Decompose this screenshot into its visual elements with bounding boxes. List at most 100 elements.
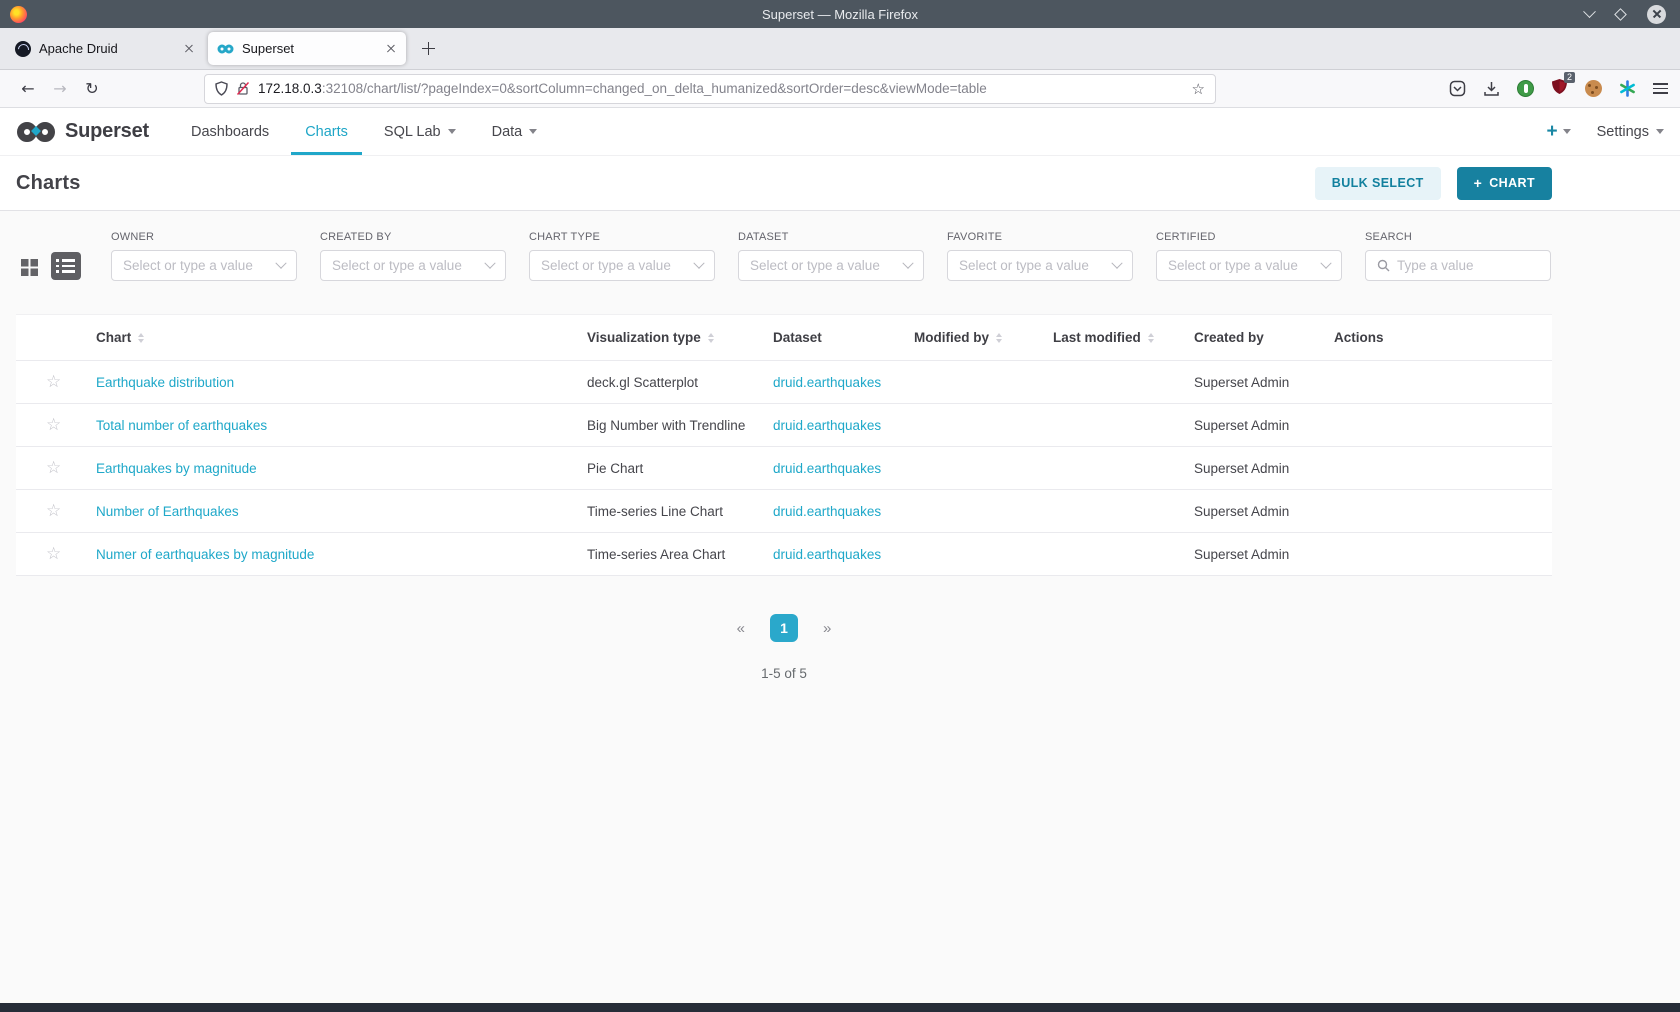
- nav-item-charts[interactable]: Charts: [291, 108, 362, 155]
- settings-menu[interactable]: Settings: [1597, 124, 1664, 140]
- plus-icon: +: [1546, 121, 1557, 143]
- table-row: ☆ Total number of earthquakes Big Number…: [16, 404, 1552, 447]
- column-label: Visualization type: [587, 330, 701, 345]
- pagination: « 1 »: [16, 614, 1552, 642]
- column-header-modified-by[interactable]: Modified by: [914, 330, 1053, 345]
- new-item-menu[interactable]: +: [1546, 121, 1570, 143]
- card-view-toggle[interactable]: [16, 254, 42, 280]
- chart-link[interactable]: Number of Earthquakes: [96, 504, 239, 519]
- back-icon[interactable]: ←: [12, 79, 44, 98]
- dataset-link[interactable]: druid.earthquakes: [773, 375, 881, 390]
- chart-link[interactable]: Numer of earthquakes by magnitude: [96, 547, 314, 562]
- nav-item-data[interactable]: Data: [478, 108, 552, 155]
- favorite-select[interactable]: Select or type a value: [947, 250, 1133, 281]
- window-title: Superset — Mozilla Firefox: [0, 7, 1680, 22]
- chart-link[interactable]: Earthquake distribution: [96, 375, 234, 390]
- favorite-star-icon[interactable]: ☆: [46, 544, 61, 564]
- caret-down-icon: [1563, 129, 1571, 134]
- nav-label: SQL Lab: [384, 124, 441, 140]
- table-row: ☆ Number of Earthquakes Time-series Line…: [16, 490, 1552, 533]
- shield-icon[interactable]: [215, 81, 228, 96]
- filter-label: FAVORITE: [947, 231, 1133, 243]
- tab-bar: Apache Druid Superset: [0, 28, 1680, 70]
- chevron-down-icon: [484, 257, 495, 268]
- select-placeholder: Select or type a value: [959, 258, 1113, 273]
- select-placeholder: Select or type a value: [123, 258, 277, 273]
- column-label: Chart: [96, 330, 131, 345]
- page-title: Charts: [16, 172, 81, 195]
- column-label: Actions: [1334, 330, 1384, 345]
- column-label: Dataset: [773, 330, 822, 345]
- reload-icon[interactable]: ↻: [76, 79, 108, 98]
- favorite-star-icon[interactable]: ☆: [46, 415, 61, 435]
- next-page-button[interactable]: »: [823, 620, 831, 637]
- chevron-down-icon: [275, 257, 286, 268]
- superset-brand[interactable]: Superset: [16, 119, 149, 145]
- nav-item-dashboards[interactable]: Dashboards: [177, 108, 283, 155]
- column-header-dataset: Dataset: [773, 330, 914, 345]
- caret-down-icon: [448, 129, 456, 134]
- filter-created-by: CREATED BY Select or type a value: [320, 231, 506, 281]
- current-page-button[interactable]: 1: [770, 614, 798, 642]
- dataset-select[interactable]: Select or type a value: [738, 250, 924, 281]
- filter-label: CHART TYPE: [529, 231, 715, 243]
- favorite-star-icon[interactable]: ☆: [46, 372, 61, 392]
- select-placeholder: Select or type a value: [332, 258, 486, 273]
- row-count-summary: 1-5 of 5: [16, 666, 1552, 681]
- column-header-last-modified[interactable]: Last modified: [1053, 330, 1194, 345]
- pocket-icon[interactable]: [1449, 80, 1466, 97]
- tab-close-icon[interactable]: [385, 43, 397, 55]
- favorite-star-icon[interactable]: ☆: [46, 458, 61, 478]
- viz-type-cell: Pie Chart: [587, 461, 773, 476]
- cookie-icon[interactable]: [1585, 80, 1602, 97]
- chevron-down-icon: [1320, 257, 1331, 268]
- dataset-link[interactable]: druid.earthquakes: [773, 504, 881, 519]
- tab-superset[interactable]: Superset: [208, 32, 406, 65]
- sort-icon: [138, 333, 144, 343]
- ublock-icon[interactable]: 2: [1551, 78, 1568, 100]
- table-row: ☆ Earthquakes by magnitude Pie Chart dru…: [16, 447, 1552, 490]
- filter-owner: OWNER Select or type a value: [111, 231, 297, 281]
- list-view-toggle[interactable]: [51, 252, 81, 280]
- new-chart-button[interactable]: +CHART: [1457, 167, 1552, 200]
- minimize-icon[interactable]: [1583, 5, 1596, 18]
- viz-type-cell: Time-series Line Chart: [587, 504, 773, 519]
- created-by-select[interactable]: Select or type a value: [320, 250, 506, 281]
- dataset-link[interactable]: druid.earthquakes: [773, 418, 881, 433]
- dataset-link[interactable]: druid.earthquakes: [773, 461, 881, 476]
- forward-icon[interactable]: →: [44, 79, 76, 98]
- search-icon: [1377, 259, 1390, 272]
- plus-icon: +: [1474, 175, 1483, 191]
- certified-select[interactable]: Select or type a value: [1156, 250, 1342, 281]
- privacy-badger-icon[interactable]: [1517, 80, 1534, 97]
- sort-icon: [996, 333, 1002, 343]
- nav-item-sql-lab[interactable]: SQL Lab: [370, 108, 470, 155]
- chevron-down-icon: [902, 257, 913, 268]
- tab-apache-druid[interactable]: Apache Druid: [6, 32, 204, 65]
- maximize-icon[interactable]: [1614, 8, 1627, 21]
- nav-items: Dashboards Charts SQL Lab Data: [169, 108, 551, 155]
- column-header-viz-type[interactable]: Visualization type: [587, 330, 773, 345]
- favorite-star-icon[interactable]: ☆: [46, 501, 61, 521]
- dataset-link[interactable]: druid.earthquakes: [773, 547, 881, 562]
- extension-asterisk-icon[interactable]: [1619, 80, 1636, 97]
- owner-select[interactable]: Select or type a value: [111, 250, 297, 281]
- chart-link[interactable]: Earthquakes by magnitude: [96, 461, 257, 476]
- view-toggles: [16, 231, 81, 281]
- previous-page-button[interactable]: «: [737, 620, 745, 637]
- bookmark-star-icon[interactable]: ☆: [1192, 80, 1205, 98]
- chart-link[interactable]: Total number of earthquakes: [96, 418, 267, 433]
- tab-close-icon[interactable]: [183, 43, 195, 55]
- column-header-chart[interactable]: Chart: [80, 330, 587, 345]
- search-input[interactable]: [1397, 258, 1539, 273]
- insecure-lock-icon[interactable]: [236, 81, 250, 96]
- url-bar[interactable]: 172.18.0.3:32108/chart/list/?pageIndex=0…: [204, 74, 1216, 104]
- bulk-select-button[interactable]: BULK SELECT: [1315, 167, 1441, 200]
- menu-icon[interactable]: [1653, 83, 1668, 94]
- chart-type-select[interactable]: Select or type a value: [529, 250, 715, 281]
- filter-label: DATASET: [738, 231, 924, 243]
- nav-label: Charts: [305, 124, 348, 140]
- close-icon[interactable]: [1647, 5, 1666, 24]
- download-icon[interactable]: [1483, 80, 1500, 97]
- new-tab-icon[interactable]: [422, 42, 435, 55]
